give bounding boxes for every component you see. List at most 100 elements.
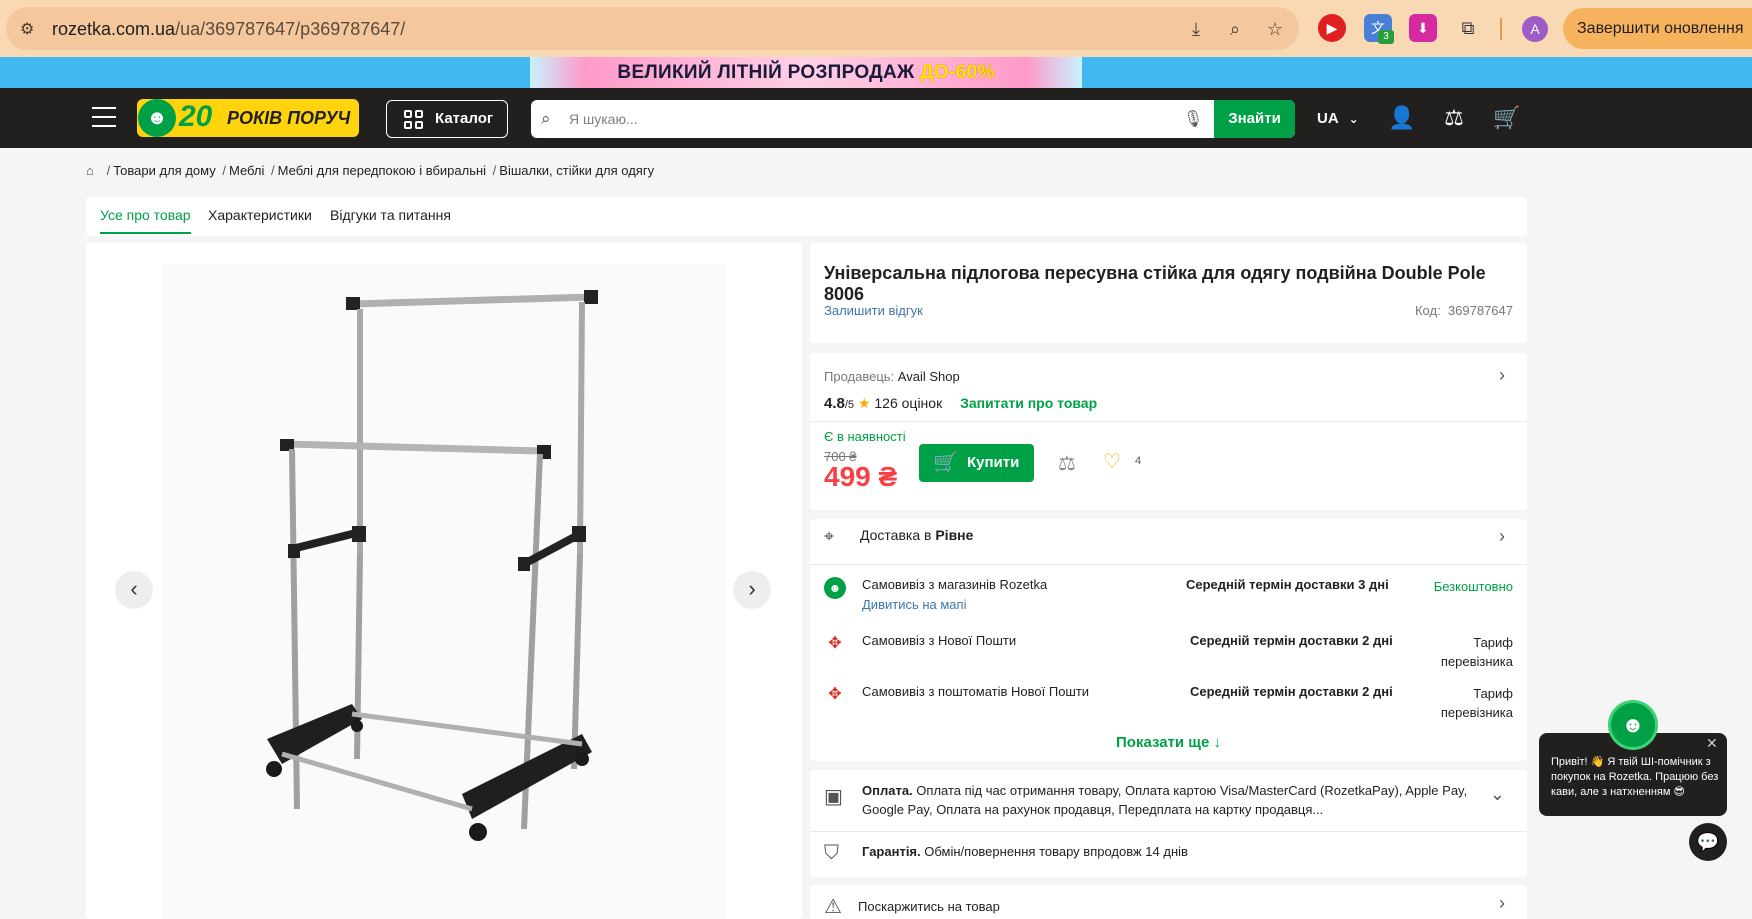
chevron-down-icon: ⌄ xyxy=(1348,112,1359,126)
divider xyxy=(810,831,1527,832)
delivery-term: Середній термін доставки 2 дні xyxy=(1190,684,1393,699)
url-text[interactable]: rozetka.com.ua/ua/369787647/p369787647/ xyxy=(52,19,405,40)
profile-avatar[interactable]: A xyxy=(1522,16,1548,42)
wishlist-count: 4 xyxy=(1135,455,1142,467)
rozetka-store-icon: ☻ xyxy=(824,577,846,599)
location-pin-icon: ⌖ xyxy=(824,526,835,546)
search-icon: ⌕ xyxy=(541,109,551,128)
tab-characteristics[interactable]: Характеристики xyxy=(208,207,312,232)
search-button[interactable]: Знайти xyxy=(1214,100,1295,138)
compare-scales-icon[interactable]: ⚖ xyxy=(1058,451,1076,476)
cart-icon: 🛒 xyxy=(933,452,958,474)
chevron-right-icon[interactable]: › xyxy=(1499,526,1505,547)
catalog-grid-icon xyxy=(404,110,424,130)
site-info-icon[interactable]: ⚙ xyxy=(20,19,40,39)
payment-warranty-card: ▣ Оплата. Оплата під час отримання товар… xyxy=(810,770,1527,877)
divider xyxy=(810,564,1527,565)
bookmark-star-icon[interactable]: ☆ xyxy=(1263,17,1287,41)
product-title-card: Універсальна підлогова пересувна стійка … xyxy=(810,243,1527,343)
logo-text: РОКІВ ПОРУЧ xyxy=(227,108,351,128)
breadcrumb-item[interactable]: Вішалки, стійки для одягу xyxy=(499,163,654,178)
buy-button[interactable]: 🛒 Купити xyxy=(919,444,1034,482)
nova-poshta-icon: ✥ xyxy=(828,635,842,652)
update-browser-button[interactable]: Завершити оновлення ⋮ xyxy=(1563,8,1752,78)
logo-smile-icon: ☻ xyxy=(138,99,176,137)
delivery-option-name: Самовивіз з Нової Пошти xyxy=(862,633,1017,648)
home-icon[interactable]: ⌂ xyxy=(86,163,100,178)
user-account-icon[interactable]: 👤 xyxy=(1388,104,1416,132)
promo-banner-text[interactable]: ВЕЛИКИЙ ЛІТНІЙ РОЗПРОДАЖ ДО-60% xyxy=(530,57,1082,88)
nova-poshta-icon: ✥ xyxy=(828,686,842,703)
delivery-price: Тариф перевізника xyxy=(1440,686,1513,720)
product-tabs: Усе про товар Характеристики Відгуки та … xyxy=(86,197,1527,236)
chat-bot-avatar[interactable]: ☻ xyxy=(1608,700,1658,750)
delivery-option: ✥ Самовивіз з Нової Пошти Середній термі… xyxy=(810,631,1527,681)
language-switcher[interactable]: UA ⌄ xyxy=(1317,110,1359,127)
site-logo[interactable]: ☻ 20 РОКІВ ПОРУЧ xyxy=(137,99,359,137)
youtube-extension-icon[interactable]: ▶ xyxy=(1318,14,1346,42)
clothes-rack-illustration xyxy=(266,290,598,841)
leave-review-link[interactable]: Залишити відгук xyxy=(824,303,923,318)
address-bar[interactable]: ⚙ rozetka.com.ua/ua/369787647/p369787647… xyxy=(6,7,1299,50)
search-input[interactable] xyxy=(569,100,1209,138)
delivery-option-name: Самовивіз з поштоматів Нової Пошти xyxy=(862,684,1090,699)
tab-reviews[interactable]: Відгуки та питання xyxy=(330,207,451,232)
download-extension-icon[interactable]: ⬇ xyxy=(1409,14,1437,42)
delivery-term: Середній термін доставки 3 дні xyxy=(1186,577,1389,592)
gallery-prev-arrow-icon[interactable]: ‹ xyxy=(115,571,153,609)
warranty-info: Гарантія. Обмін/повернення товару впродо… xyxy=(862,844,1188,859)
breadcrumb-item[interactable]: Меблі xyxy=(229,163,264,178)
delivery-term: Середній термін доставки 2 дні xyxy=(1190,633,1393,648)
tab-all-about[interactable]: Усе про товар xyxy=(100,207,191,234)
delivery-price: Безкоштовно xyxy=(1433,579,1513,594)
divider xyxy=(810,421,1527,422)
breadcrumb-item[interactable]: Товари для дому xyxy=(113,163,215,178)
delivery-option-name: Самовивіз з магазинів Rozetka xyxy=(862,577,1048,592)
extension-badge: 3 xyxy=(1378,30,1394,44)
toolbar-divider xyxy=(1500,18,1502,40)
seller-info[interactable]: Продавець: Avail Shop xyxy=(824,369,960,384)
show-more-button[interactable]: Показати ще ↓ xyxy=(810,734,1527,751)
product-title: Універсальна підлогова пересувна стійка … xyxy=(824,263,1486,304)
stock-status: Є в наявності xyxy=(824,429,906,444)
site-header: ☻ 20 РОКІВ ПОРУЧ Каталог ⌕ 🎙 Знайти UA⌄ … xyxy=(0,88,1752,148)
shield-check-icon: ⛉ xyxy=(824,842,839,864)
compare-scales-icon[interactable]: ⚖ xyxy=(1440,104,1468,132)
complaint-card[interactable]: ⚠ Поскаржитись на товар › xyxy=(810,885,1527,919)
product-code: Код: 369787647 xyxy=(1414,303,1513,318)
chevron-right-icon[interactable]: › xyxy=(1499,893,1505,914)
chevron-right-icon[interactable]: › xyxy=(1499,365,1505,386)
install-app-icon[interactable]: ⤓ xyxy=(1184,17,1208,41)
delivery-option: ☻ Самовивіз з магазинів Rozetka Дивитись… xyxy=(810,575,1527,625)
wishlist-heart-icon[interactable]: ♡ xyxy=(1103,449,1121,474)
delivery-city[interactable]: Доставка в Рівне xyxy=(860,527,973,543)
cart-icon[interactable]: 🛒 xyxy=(1493,104,1521,132)
warning-triangle-icon: ⚠ xyxy=(824,896,842,918)
promo-banner[interactable]: ВЕЛИКИЙ ЛІТНІЙ РОЗПРОДАЖ ДО-60% xyxy=(0,57,1752,88)
gallery-next-arrow-icon[interactable]: › xyxy=(733,571,771,609)
complaint-label[interactable]: Поскаржитись на товар xyxy=(858,897,1478,916)
chevron-down-icon[interactable]: ⌄ xyxy=(1490,784,1505,805)
star-icon: ★ xyxy=(857,395,871,411)
chat-open-icon[interactable]: 💬 xyxy=(1689,823,1727,861)
search-bar: ⌕ 🎙 Знайти xyxy=(531,100,1295,138)
product-image[interactable] xyxy=(162,264,726,919)
seller-rating: 4.8/5 ★ 126 оцінок Запитати про товар xyxy=(824,395,1098,412)
view-on-map-link[interactable]: Дивитись на мапі xyxy=(862,597,966,612)
browser-toolbar: ⚙ rozetka.com.ua/ua/369787647/p369787647… xyxy=(0,0,1752,78)
voice-search-icon[interactable]: 🎙 xyxy=(1183,109,1203,129)
zoom-icon[interactable]: ⌕ xyxy=(1223,17,1247,41)
breadcrumb-item[interactable]: Меблі для передпокою і вбиральні xyxy=(278,163,486,178)
breadcrumb: ⌂ / Товари для дому / Меблі / Меблі для пер… xyxy=(86,163,655,178)
translate-extension-icon[interactable]: 文 3 xyxy=(1364,14,1394,44)
product-gallery: ‹ › xyxy=(86,243,802,919)
menu-burger-icon[interactable] xyxy=(92,107,116,129)
ask-about-product-link[interactable]: Запитати про товар xyxy=(960,395,1097,411)
extensions-puzzle-icon[interactable]: ⧉ xyxy=(1454,14,1482,42)
current-price: 499 ₴ xyxy=(824,461,898,492)
logo-years: 20 xyxy=(179,100,213,133)
wallet-icon: ▣ xyxy=(824,786,843,808)
delivery-option: ✥ Самовивіз з поштоматів Нової Пошти Сер… xyxy=(810,682,1527,732)
close-icon[interactable]: ✕ xyxy=(1706,735,1718,752)
catalog-button[interactable]: Каталог xyxy=(386,100,508,138)
